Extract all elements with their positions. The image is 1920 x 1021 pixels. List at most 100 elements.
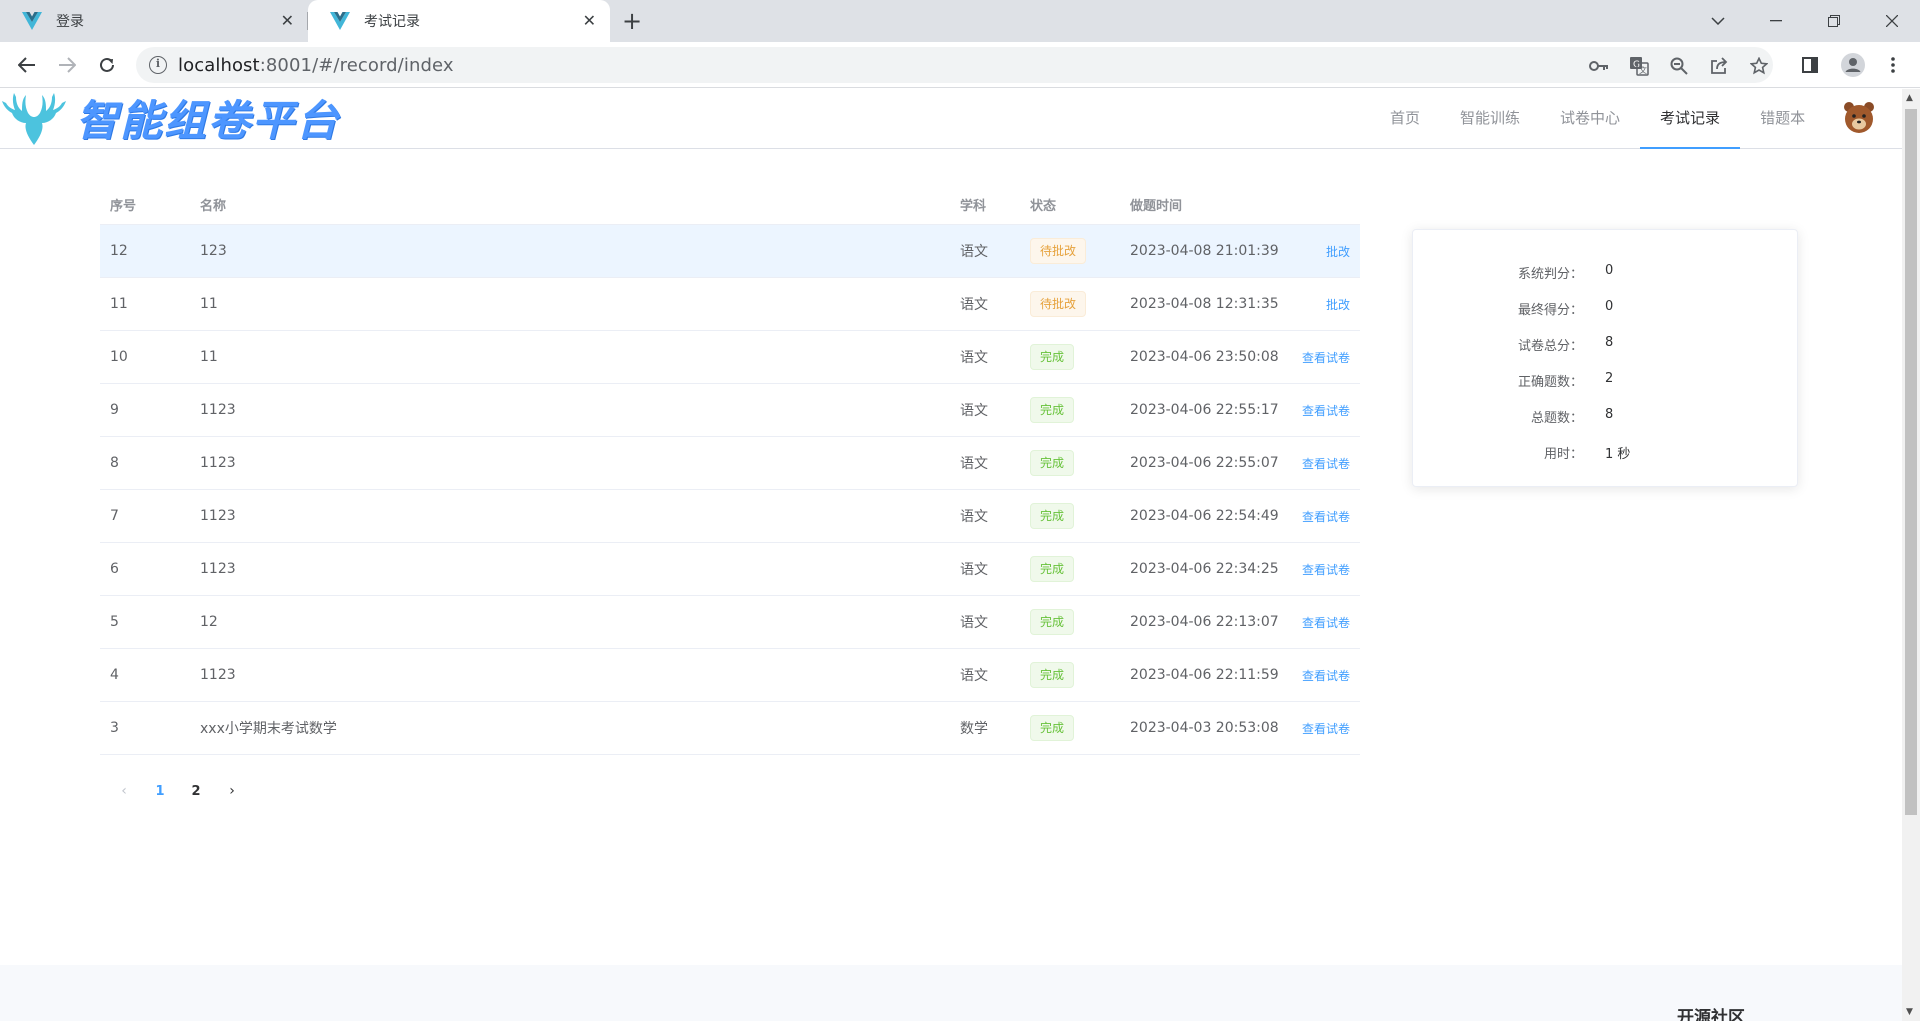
view-paper-button[interactable]: 查看试卷: [1302, 457, 1350, 471]
row-subject: 语文: [960, 403, 988, 419]
browser-tab-record[interactable]: 考试记录 ✕: [308, 0, 610, 42]
table-row[interactable]: 3 xxx小学期末考试数学 数学 完成 2023-04-03 20:53:08 …: [100, 702, 1360, 755]
row-name: 11: [200, 296, 218, 312]
column-header: 做题时间: [1130, 199, 1183, 214]
zoom-out-icon[interactable]: [1666, 55, 1692, 77]
status-badge: 待批改: [1030, 238, 1087, 264]
scroll-down-icon[interactable]: ▼: [1906, 1007, 1913, 1017]
row-subject: 数学: [960, 721, 988, 737]
table-header: 序号 名称 学科 状态 做题时间: [100, 185, 1360, 225]
stat-correct-count: 正确题数： 2: [1517, 371, 1614, 390]
row-subject: 语文: [960, 244, 988, 260]
row-name: 1123: [200, 455, 236, 471]
kebab-menu-icon[interactable]: [1878, 50, 1908, 80]
restore-icon[interactable]: [1808, 0, 1860, 42]
status-badge: 待批改: [1030, 291, 1087, 317]
row-name: 123: [200, 243, 227, 259]
close-icon[interactable]: ✕: [281, 11, 294, 30]
grade-button[interactable]: 批改: [1326, 245, 1350, 259]
exam-record-table: 序号 名称 学科 状态 做题时间 12 123 语文 待批改 2023-04-0…: [100, 185, 1360, 755]
page-footer: 开源社区: [0, 965, 1902, 1021]
key-icon[interactable]: [1586, 55, 1612, 77]
row-time: 2023-04-06 22:11:59: [1130, 667, 1279, 683]
status-badge: 完成: [1030, 344, 1075, 370]
nav-item-home[interactable]: 首页: [1370, 89, 1440, 149]
prev-page-button[interactable]: ‹: [106, 783, 142, 799]
info-icon[interactable]: i: [149, 56, 167, 74]
table-row[interactable]: 6 1123 语文 完成 2023-04-06 22:34:25 查看试卷: [100, 543, 1360, 596]
tab-title: 考试记录: [364, 14, 420, 30]
row-subject: 语文: [960, 350, 988, 366]
chevron-down-icon[interactable]: [1692, 0, 1744, 42]
vue-logo-icon: [22, 11, 46, 31]
view-paper-button[interactable]: 查看试卷: [1302, 616, 1350, 630]
row-name: 1123: [200, 561, 236, 577]
view-paper-button[interactable]: 查看试卷: [1302, 669, 1350, 683]
table-row[interactable]: 12 123 语文 待批改 2023-04-08 21:01:39 批改: [100, 225, 1360, 278]
share-icon[interactable]: [1706, 55, 1732, 77]
scrollbar-thumb[interactable]: [1905, 109, 1917, 815]
translate-icon[interactable]: G文: [1626, 55, 1652, 77]
page-button-1[interactable]: 1: [142, 784, 178, 799]
row-number: 4: [110, 667, 119, 683]
row-name: 12: [200, 614, 218, 630]
table-row[interactable]: 5 12 语文 完成 2023-04-06 22:13:07 查看试卷: [100, 596, 1360, 649]
svg-text:文: 文: [1639, 65, 1647, 75]
row-number: 7: [110, 508, 119, 524]
table-row[interactable]: 4 1123 语文 完成 2023-04-06 22:11:59 查看试卷: [100, 649, 1360, 702]
nav-item-exam-record[interactable]: 考试记录: [1640, 89, 1741, 149]
next-page-button[interactable]: ›: [214, 783, 250, 799]
stat-final-score: 最终得分： 0: [1517, 299, 1614, 318]
reload-icon[interactable]: [92, 50, 122, 80]
close-icon[interactable]: ✕: [583, 11, 596, 30]
status-badge: 完成: [1030, 397, 1075, 423]
new-tab-icon[interactable]: +: [622, 7, 642, 35]
nav-item-mistakes[interactable]: 错题本: [1740, 89, 1825, 149]
status-badge: 完成: [1030, 503, 1075, 529]
address-bar[interactable]: i localhost:8001/#/record/index G文: [136, 47, 1773, 83]
table-row[interactable]: 7 1123 语文 完成 2023-04-06 22:54:49 查看试卷: [100, 490, 1360, 543]
grade-button[interactable]: 批改: [1326, 298, 1350, 312]
table-row[interactable]: 11 11 语文 待批改 2023-04-08 12:31:35 批改: [100, 278, 1360, 331]
row-time: 2023-04-06 22:55:17: [1130, 402, 1279, 418]
view-paper-button[interactable]: 查看试卷: [1302, 563, 1350, 577]
row-name: 1123: [200, 667, 236, 683]
logo[interactable]: 智能组卷平台: [0, 89, 340, 145]
table-row[interactable]: 9 1123 语文 完成 2023-04-06 22:55:17 查看试卷: [100, 384, 1360, 437]
row-time: 2023-04-08 12:31:35: [1130, 296, 1279, 312]
row-subject: 语文: [960, 562, 988, 578]
view-paper-button[interactable]: 查看试卷: [1302, 510, 1350, 524]
profile-icon[interactable]: [1838, 50, 1868, 80]
row-name: 1123: [200, 402, 236, 418]
table-row[interactable]: 8 1123 语文 完成 2023-04-06 22:55:07 查看试卷: [100, 437, 1360, 490]
stat-total-score: 试卷总分： 8: [1517, 335, 1614, 354]
view-paper-button[interactable]: 查看试卷: [1302, 722, 1350, 736]
arrow-right-icon[interactable]: [52, 50, 82, 80]
browser-tab-login[interactable]: 登录 ✕: [0, 0, 308, 42]
view-paper-button[interactable]: 查看试卷: [1302, 351, 1350, 365]
page-scrollbar[interactable]: ▲ ▼: [1902, 89, 1920, 1021]
sidepanel-icon[interactable]: [1795, 50, 1825, 80]
view-paper-button[interactable]: 查看试卷: [1302, 404, 1350, 418]
row-number: 10: [110, 349, 128, 365]
row-time: 2023-04-06 22:34:25: [1130, 561, 1279, 577]
status-badge: 完成: [1030, 556, 1075, 582]
row-number: 5: [110, 614, 119, 630]
status-badge: 完成: [1030, 450, 1075, 476]
page-button-2[interactable]: 2: [178, 784, 214, 799]
table-row[interactable]: 10 11 语文 完成 2023-04-06 23:50:08 查看试卷: [100, 331, 1360, 384]
bear-avatar-icon[interactable]: [1842, 99, 1876, 135]
column-header: 序号: [110, 199, 137, 214]
row-time: 2023-04-08 21:01:39: [1130, 243, 1279, 259]
footer-title: 开源社区: [1677, 1008, 1745, 1021]
arrow-left-icon[interactable]: [12, 50, 42, 80]
nav-item-training[interactable]: 智能训练: [1440, 89, 1540, 149]
scroll-up-icon[interactable]: ▲: [1906, 93, 1913, 103]
row-time: 2023-04-06 23:50:08: [1130, 349, 1279, 365]
nav-item-paper-center[interactable]: 试卷中心: [1540, 89, 1640, 149]
window-close-icon[interactable]: [1866, 0, 1918, 42]
status-badge: 完成: [1030, 715, 1075, 741]
star-icon[interactable]: [1746, 55, 1772, 77]
minimize-icon[interactable]: [1750, 0, 1802, 42]
url-text[interactable]: localhost:8001/#/record/index: [178, 55, 454, 76]
